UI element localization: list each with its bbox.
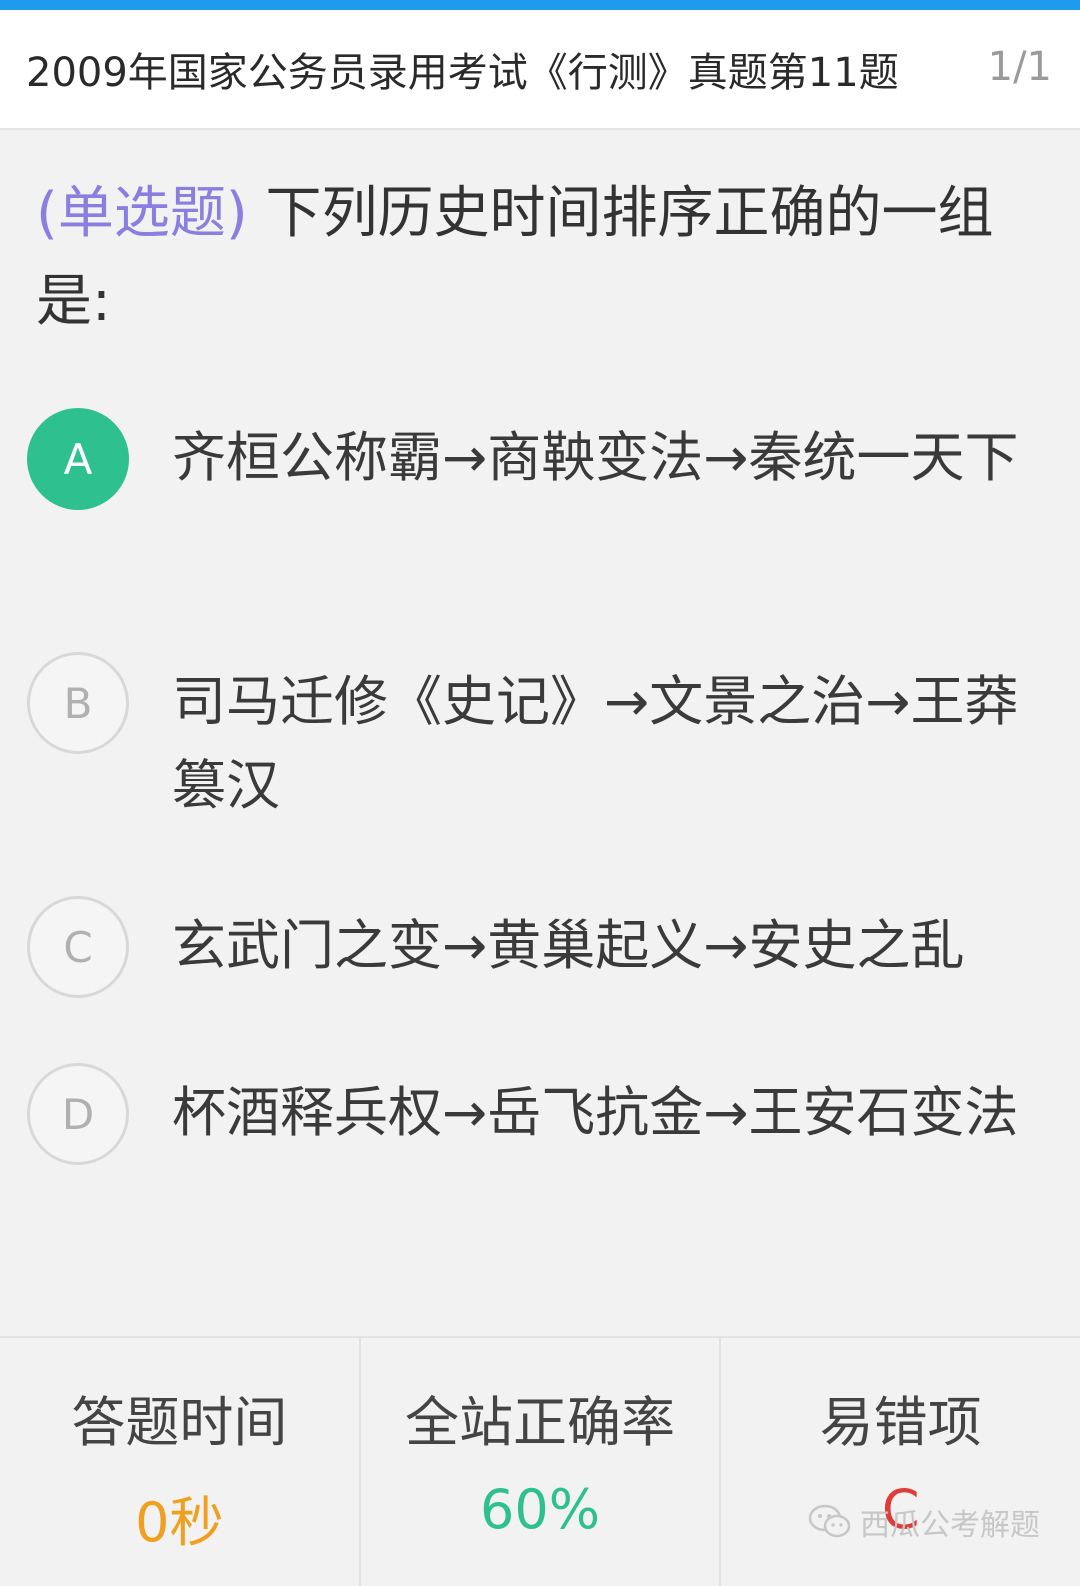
stat-common-wrong: 易错项 C	[719, 1338, 1080, 1586]
option-b-text[interactable]: 司马迁修《史记》→文景之治→王莽篡汉	[172, 660, 1032, 828]
answer-time-label: 答题时间	[71, 1391, 288, 1454]
page-title: 2009年国家公务员录用考试《行测》真题第11题	[26, 50, 899, 96]
wechat-icon	[808, 1504, 851, 1538]
option-c-text[interactable]: 玄武门之变→黄巢起义→安史之乱	[172, 904, 1032, 988]
option-a-text[interactable]: 齐桓公称霸→商鞅变法→秦统一天下	[172, 416, 1032, 500]
question-stem: (单选题) 下列历史时间排序正确的一组是:	[36, 170, 1036, 346]
option-d-circle[interactable]: D	[27, 1063, 129, 1165]
stats-panel: 答题时间 0秒 全站正确率 60% 易错项 C	[0, 1336, 1080, 1586]
option-d-text[interactable]: 杯酒释兵权→岳飞抗金→王安石变法	[172, 1071, 1032, 1155]
option-c-circle[interactable]: C	[27, 896, 129, 998]
top-accent-bar	[0, 0, 1080, 10]
option-a-circle[interactable]: A	[27, 408, 129, 510]
watermark: 西瓜公考解题	[808, 1500, 1040, 1544]
question-type-label: (单选题)	[36, 181, 248, 246]
watermark-text: 西瓜公考解题	[860, 1508, 1040, 1543]
stat-accuracy: 全站正确率 60%	[358, 1338, 720, 1586]
stat-answer-time: 答题时间 0秒	[0, 1338, 359, 1586]
page-indicator: 1/1	[987, 44, 1052, 90]
header-bar: 2009年国家公务员录用考试《行测》真题第11题 1/1	[0, 10, 1080, 130]
answer-time-value: 0秒	[135, 1491, 224, 1554]
accuracy-label: 全站正确率	[405, 1391, 675, 1454]
option-b-circle[interactable]: B	[27, 652, 129, 754]
common-wrong-label: 易错项	[819, 1391, 982, 1454]
accuracy-value: 60%	[479, 1478, 601, 1541]
